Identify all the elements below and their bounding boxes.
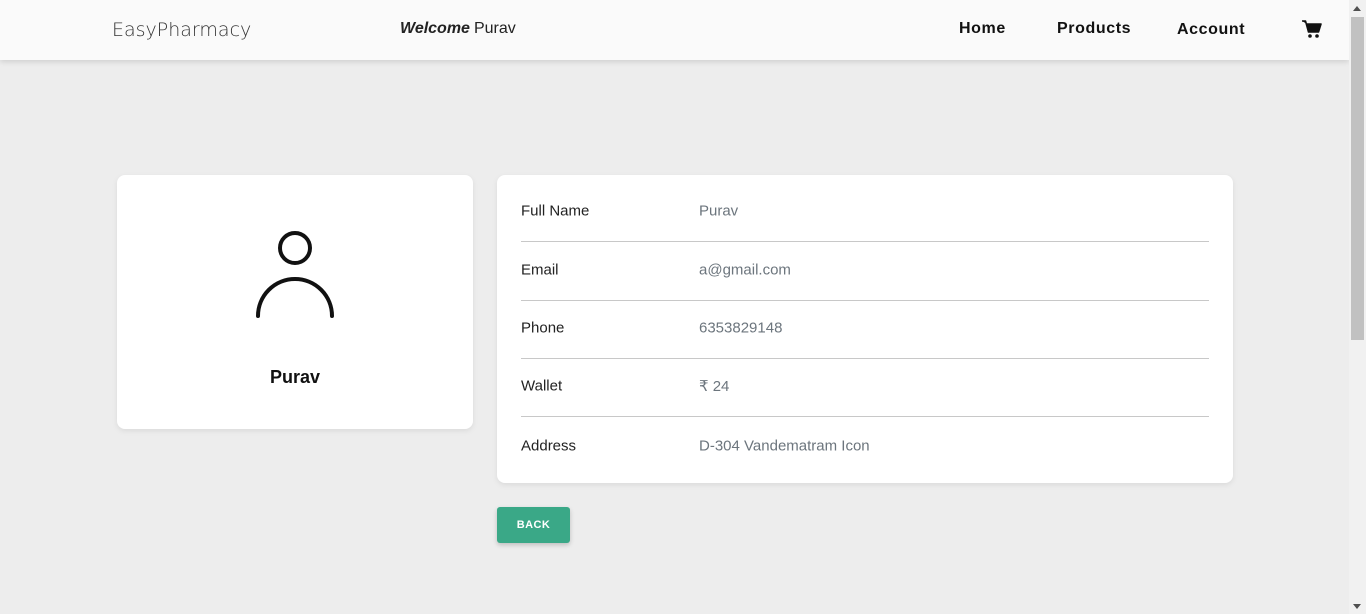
profile-card: Purav bbox=[117, 175, 473, 429]
detail-row-email: Email a@gmail.com bbox=[521, 242, 1209, 301]
full-name-value: Purav bbox=[699, 202, 739, 220]
nav-account-link[interactable]: Account bbox=[1177, 21, 1245, 39]
email-label: Email bbox=[521, 261, 559, 279]
welcome-message: Welcome Purav bbox=[400, 20, 516, 38]
page-scrollbar[interactable] bbox=[1349, 0, 1366, 614]
detail-row-address: Address D-304 Vandematram Icon bbox=[521, 418, 1209, 477]
user-icon bbox=[253, 231, 337, 319]
detail-row-wallet: Wallet ₹ 24 bbox=[521, 358, 1209, 417]
full-name-label: Full Name bbox=[521, 202, 590, 220]
wallet-label: Wallet bbox=[521, 377, 563, 395]
top-navbar: EasyPharmacy Welcome Purav Home Products … bbox=[0, 0, 1349, 60]
email-value: a@gmail.com bbox=[699, 261, 791, 279]
address-value: D-304 Vandematram Icon bbox=[699, 437, 870, 455]
scroll-down-arrow-icon[interactable] bbox=[1353, 604, 1361, 609]
shopping-cart-icon[interactable] bbox=[1301, 19, 1323, 39]
welcome-prefix: Welcome bbox=[400, 20, 470, 37]
nav-products-link[interactable]: Products bbox=[1057, 20, 1131, 38]
scrollbar-thumb[interactable] bbox=[1351, 17, 1364, 340]
back-button[interactable]: BACK bbox=[497, 507, 570, 543]
brand-logo-text[interactable]: EasyPharmacy bbox=[112, 19, 251, 41]
address-label: Address bbox=[521, 437, 577, 455]
detail-row-full-name: Full Name Purav bbox=[521, 183, 1209, 242]
detail-row-phone: Phone 6353829148 bbox=[521, 300, 1209, 359]
account-details-card: Full Name Purav Email a@gmail.com Phone … bbox=[497, 175, 1233, 483]
scroll-up-arrow-icon[interactable] bbox=[1353, 6, 1361, 11]
phone-label: Phone bbox=[521, 319, 565, 337]
nav-home-link[interactable]: Home bbox=[959, 20, 1006, 38]
welcome-username: Purav bbox=[473, 20, 516, 37]
wallet-value: ₹ 24 bbox=[699, 378, 730, 395]
phone-value: 6353829148 bbox=[699, 319, 783, 337]
profile-name: Purav bbox=[269, 367, 321, 387]
